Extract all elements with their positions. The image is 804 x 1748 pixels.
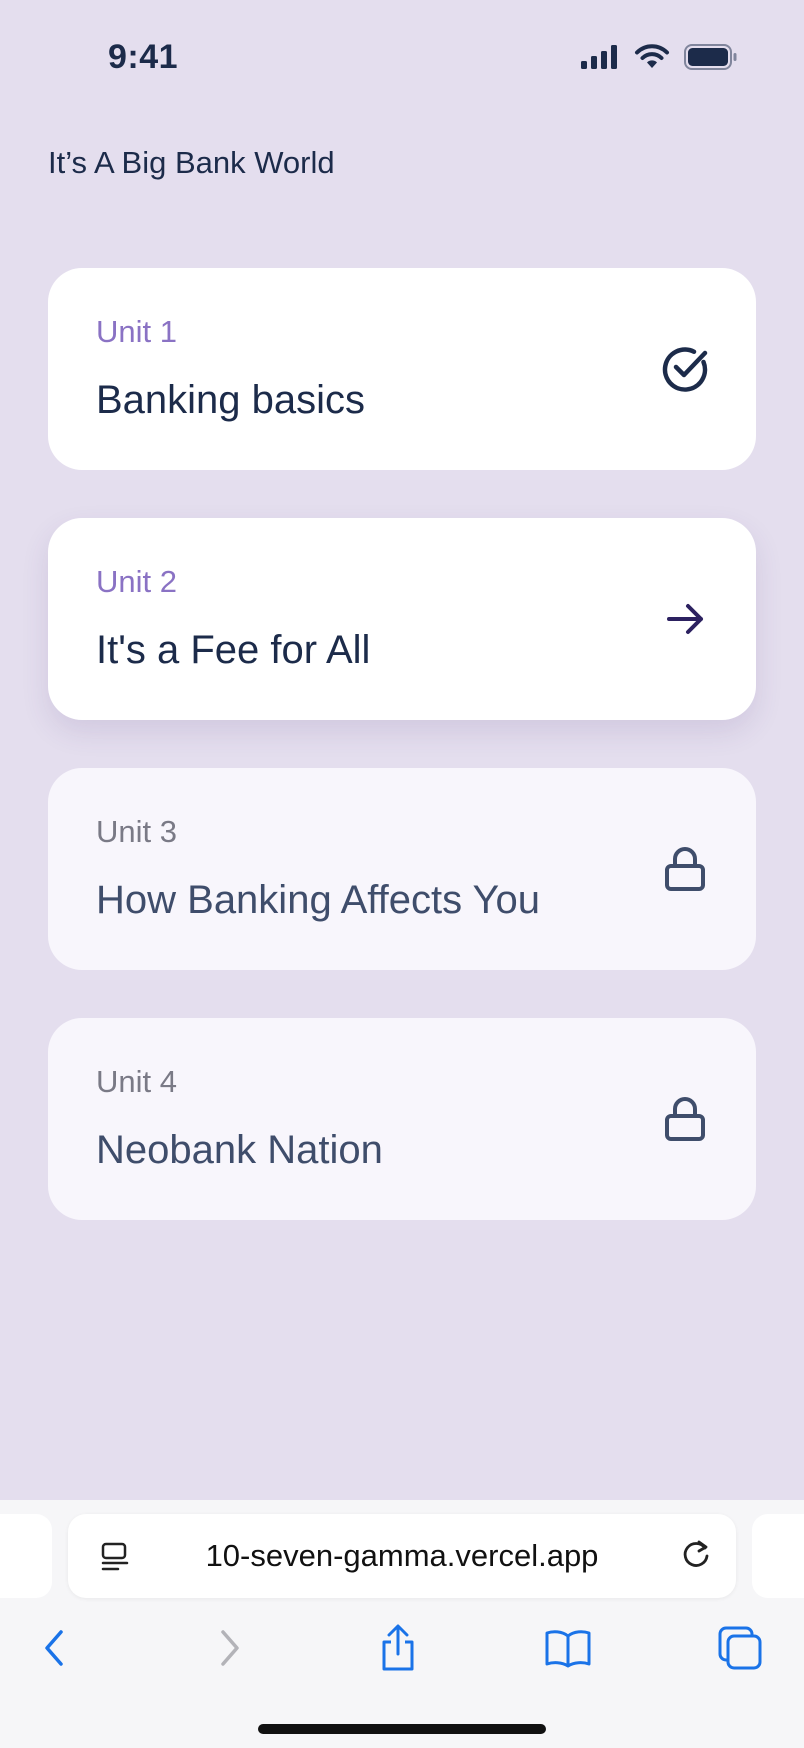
- browser-chrome: 10-seven-gamma.vercel.app: [0, 1500, 804, 1748]
- cellular-signal-icon: [581, 45, 617, 69]
- forward-icon: [221, 1630, 239, 1666]
- unit-list: Unit 1 Banking basics Unit 2 It's a Fee …: [48, 268, 756, 1268]
- unit-card-1[interactable]: Unit 1 Banking basics: [48, 268, 756, 470]
- share-icon: [382, 1624, 414, 1671]
- bookmarks-button[interactable]: [538, 1618, 598, 1678]
- unit-card-2[interactable]: Unit 2 It's a Fee for All: [48, 518, 756, 720]
- battery-icon: [684, 44, 737, 70]
- address-bar[interactable]: 10-seven-gamma.vercel.app: [68, 1514, 736, 1598]
- previous-tab-preview[interactable]: [0, 1514, 52, 1598]
- unit-card-4[interactable]: Unit 4 Neobank Nation: [48, 1018, 756, 1220]
- check-circle-icon: [662, 347, 708, 392]
- unit-label: Unit 1: [96, 314, 177, 349]
- lock-icon: [665, 847, 705, 891]
- status-time: 9:41: [108, 38, 179, 76]
- back-icon: [45, 1630, 63, 1666]
- tabs-icon: [718, 1626, 762, 1670]
- forward-button[interactable]: [200, 1618, 260, 1678]
- lock-icon: [665, 1097, 705, 1141]
- page-menu-icon[interactable]: [100, 1542, 130, 1572]
- next-tab-preview[interactable]: [752, 1514, 804, 1598]
- unit-title: Neobank Nation: [96, 1128, 383, 1172]
- wifi-icon: [635, 44, 669, 68]
- unit-label: Unit 4: [96, 1064, 177, 1099]
- tabs-button[interactable]: [710, 1618, 770, 1678]
- bookmarks-icon: [545, 1630, 591, 1668]
- unit-title: How Banking Affects You: [96, 878, 541, 922]
- home-indicator: [258, 1724, 546, 1734]
- unit-title: It's a Fee for All: [96, 628, 371, 672]
- url-text[interactable]: 10-seven-gamma.vercel.app: [158, 1538, 646, 1574]
- arrow-right-icon: [667, 604, 703, 634]
- browser-toolbar: [0, 1618, 804, 1682]
- status-bar: 9:41: [0, 0, 804, 110]
- unit-label: Unit 3: [96, 814, 177, 849]
- unit-label: Unit 2: [96, 564, 177, 599]
- reload-icon[interactable]: [678, 1536, 714, 1572]
- share-button[interactable]: [368, 1618, 428, 1678]
- unit-card-3[interactable]: Unit 3 How Banking Affects You: [48, 768, 756, 970]
- back-button[interactable]: [24, 1618, 84, 1678]
- page-title: It’s A Big Bank World: [48, 145, 335, 180]
- status-icons: [580, 44, 738, 70]
- unit-title: Banking basics: [96, 378, 366, 422]
